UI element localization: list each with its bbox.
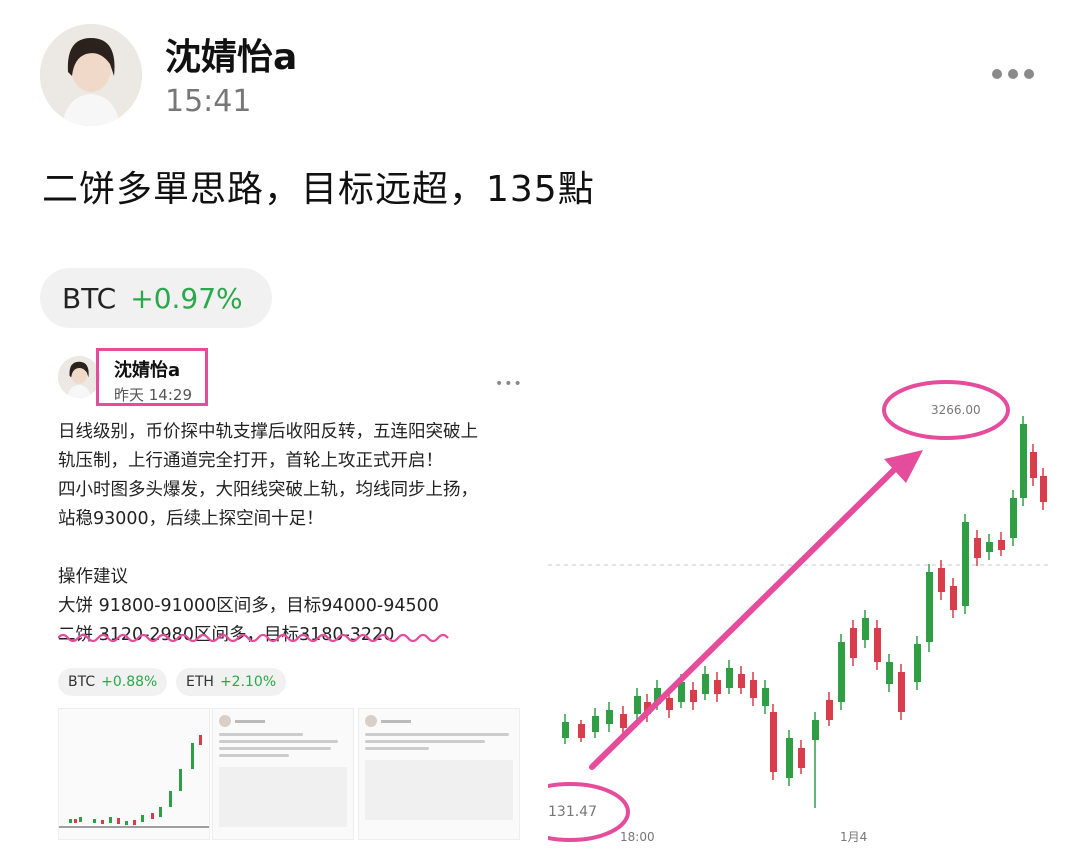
candle-body: [838, 642, 845, 702]
embedded-author: 沈婧怡a: [114, 360, 181, 381]
candle-body: [862, 618, 869, 640]
ticker-change: +0.97%: [130, 281, 243, 315]
embedded-line: 站稳93000，后续上探空间十足！: [58, 509, 324, 529]
ticker-chip[interactable]: BTC +0.97%: [40, 268, 272, 328]
candle-body: [938, 568, 945, 592]
candle-body: [898, 672, 905, 712]
candle-body: [750, 680, 757, 698]
embedded-line: 大饼 91800-91000区间多，目标94000-94500: [58, 596, 439, 616]
candle-body: [998, 540, 1005, 550]
candle-body: [738, 674, 745, 688]
post-time: 15:41: [165, 84, 252, 119]
tag-change: +0.88%: [101, 674, 158, 690]
candle-body: [726, 668, 733, 688]
candles: [562, 416, 1047, 808]
embedded-avatar: [58, 356, 100, 398]
candle-body: [786, 738, 793, 778]
nested-chart-thumbnail: [58, 708, 210, 840]
embedded-line: [58, 534, 518, 563]
candle-body: [1020, 424, 1027, 498]
embedded-line: 操作建议: [58, 567, 128, 587]
embedded-line: 四小时图多头爆发，大阳线突破上轨，均线同步上扬，: [58, 480, 478, 500]
x-tick-label: 18:00: [620, 830, 655, 844]
candle-body: [798, 748, 805, 768]
candle-body: [634, 696, 641, 714]
candlestick-chart[interactable]: 3266.00 131.47 18:00 1月4: [548, 342, 1048, 867]
candle-body: [874, 628, 881, 662]
embedded-line: 轨压制，上行通道完全打开，首轮上攻正式开启！: [58, 451, 443, 471]
embedded-time: 昨天 14:29: [114, 386, 192, 404]
author-name[interactable]: 沈婧怡a: [165, 28, 297, 80]
price-label-high: 3266.00: [931, 403, 981, 417]
candle-body: [826, 700, 833, 720]
candle-body: [620, 714, 627, 728]
nested-post-thumbnail: [358, 708, 520, 840]
candle-body: [812, 720, 819, 740]
tag-symbol: BTC: [68, 674, 96, 690]
candle-body: [850, 628, 857, 658]
embedded-tag-eth: ETH +2.10%: [176, 668, 287, 696]
candle-body: [578, 724, 585, 738]
candle-body: [1010, 498, 1017, 538]
trend-arrow: [589, 463, 901, 770]
candle-body: [1030, 452, 1037, 478]
author-avatar[interactable]: [40, 24, 142, 126]
tag-symbol: ETH: [186, 674, 214, 690]
candle-body: [592, 716, 599, 732]
tag-change: +2.10%: [219, 674, 277, 690]
more-options-icon[interactable]: [992, 64, 1042, 84]
wavy-underline: [58, 633, 449, 643]
candle-body: [1040, 476, 1047, 502]
candle-body: [770, 712, 777, 772]
nested-post-thumbnail: [212, 708, 354, 840]
candle-body: [962, 522, 969, 606]
candle-body: [926, 572, 933, 642]
candle-body: [762, 688, 769, 706]
candle-body: [606, 710, 613, 724]
embedded-more-icon: •••: [495, 376, 523, 392]
embedded-tag-btc: BTC +0.88%: [58, 668, 168, 696]
ticker-symbol: BTC: [62, 281, 117, 315]
candle-body: [950, 586, 957, 610]
candle-body: [974, 538, 981, 558]
embedded-line: 日线级别，币价探中轨支撑后收阳反转，五连阳突破上: [58, 422, 478, 442]
candle-body: [702, 674, 709, 694]
candle-body: [914, 644, 921, 682]
post-content: 二饼多單思路，目标远超，135點: [42, 169, 595, 210]
price-label-low: 131.47: [548, 804, 597, 820]
candle-body: [886, 662, 893, 684]
candle-body: [986, 542, 993, 552]
embedded-post-image[interactable]: 沈婧怡a 昨天 14:29 ••• 日线级别，币价探中轨支撑后收阳反转，五连阳突…: [40, 342, 525, 867]
embedded-text: 日线级别，币价探中轨支撑后收阳反转，五连阳突破上 轨压制，上行通道完全打开，首轮…: [58, 418, 518, 650]
x-tick-label: 1月4: [840, 830, 867, 844]
candle-body: [690, 690, 697, 702]
candle-body: [666, 698, 673, 710]
candle-body: [562, 722, 569, 738]
candle-body: [714, 680, 721, 694]
